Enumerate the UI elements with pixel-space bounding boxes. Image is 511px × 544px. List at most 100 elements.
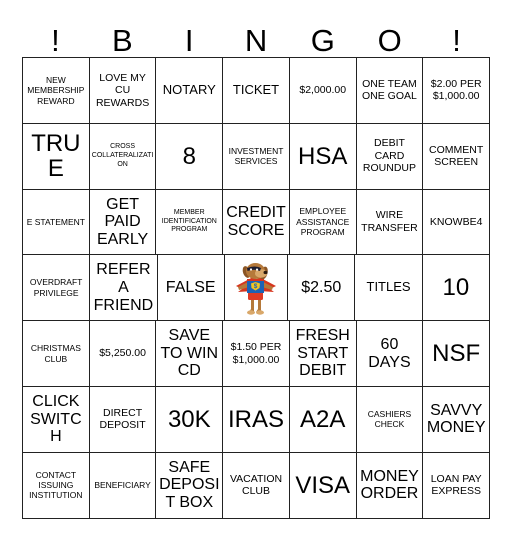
bingo-cell[interactable]: FRESH START DEBIT xyxy=(289,321,357,387)
bingo-cell[interactable]: KNOWBE4 xyxy=(423,189,491,256)
bingo-cell[interactable]: GET PAID EARLY xyxy=(89,189,157,256)
bingo-cell[interactable]: MONEY ORDER xyxy=(356,452,424,519)
bingo-cell-label: $1.50 PER $1,000.00 xyxy=(230,340,282,366)
bingo-row: NEW MEMBERSHIP REWARD LOVE MY CU REWARDS N… xyxy=(23,58,491,124)
bingo-cell[interactable]: OVERDRAFT PRIVILEGE xyxy=(23,255,91,322)
bingo-cell[interactable]: 60 DAYS xyxy=(356,321,424,387)
bingo-cell-label: SAFE DEPOSIT BOX xyxy=(159,458,220,511)
bingo-cell[interactable]: EMPLOYEE ASSISTANCE PROGRAM xyxy=(289,189,357,256)
bingo-cell-label: OVERDRAFT PRIVILEGE xyxy=(29,277,83,298)
bingo-cell[interactable]: INVESTMENT SERVICES xyxy=(223,123,290,190)
bingo-cell-label: GET PAID EARLY xyxy=(96,195,149,248)
bingo-cell-label: SAVVY MONEY xyxy=(426,401,486,437)
bingo-cell[interactable]: SAVE TO WIN CD xyxy=(156,321,224,387)
bingo-cell[interactable]: MEMBER IDENTIFICATION PROGRAM xyxy=(156,189,224,256)
bingo-cell[interactable]: E STATEMENT xyxy=(23,189,90,256)
bingo-cell-label: TITLES xyxy=(366,279,411,295)
bingo-cell[interactable]: WIRE TRANSFER xyxy=(356,189,424,256)
bingo-row: E STATEMENT GET PAID EARLY MEMBER IDENTIFI… xyxy=(23,189,491,256)
bingo-cell-label: TRUE xyxy=(31,130,81,183)
bingo-cell-label: REFER A FRIEND xyxy=(93,261,154,314)
bingo-cell[interactable]: NOTARY xyxy=(156,58,224,124)
bingo-cell[interactable]: CREDIT SCORE xyxy=(223,189,290,256)
bingo-cell-label: CREDIT SCORE xyxy=(226,204,286,239)
bingo-cell[interactable]: A2A xyxy=(289,386,357,453)
bingo-cell[interactable]: CLICK SWITCH xyxy=(23,386,90,453)
bingo-cell[interactable]: SAFE DEPOSIT BOX xyxy=(156,452,224,519)
bingo-cell[interactable]: SAVVY MONEY xyxy=(423,386,491,453)
bingo-cell[interactable]: 10 xyxy=(422,255,490,322)
header-letter-o: O xyxy=(377,23,402,58)
bingo-cell[interactable]: TITLES xyxy=(355,255,423,322)
bingo-cell-label: FALSE xyxy=(165,278,216,296)
bingo-grid: NEW MEMBERSHIP REWARD LOVE MY CU REWARDS N… xyxy=(22,57,491,519)
bingo-cell[interactable]: COMMENT SCREEN xyxy=(423,123,491,190)
svg-text:$: $ xyxy=(254,283,258,290)
bingo-cell-label: 10 xyxy=(442,274,470,302)
bingo-cell[interactable]: ONE TEAM ONE GOAL xyxy=(356,58,424,124)
bingo-cell-label: $5,250.00 xyxy=(99,347,146,360)
bingo-cell[interactable]: VISA xyxy=(289,452,357,519)
bingo-cell-label: CASHIERS CHECK xyxy=(367,409,412,430)
bingo-cell[interactable]: $2.50 xyxy=(288,255,356,322)
bingo-cell-label: VACATION CLUB xyxy=(229,472,283,498)
bingo-cell[interactable]: TICKET xyxy=(223,58,290,124)
bingo-cell[interactable]: DEBIT CARD ROUNDUP xyxy=(356,123,424,190)
bingo-cell-label: $2.00 PER $1,000.00 xyxy=(430,77,482,103)
bingo-cell[interactable]: CASHIERS CHECK xyxy=(356,386,424,453)
bingo-cell[interactable]: $5,250.00 xyxy=(89,321,157,387)
bingo-cell[interactable]: 8 xyxy=(156,123,224,190)
bingo-cell[interactable]: NEW MEMBERSHIP REWARD xyxy=(23,58,90,124)
bingo-cell[interactable]: TRUE xyxy=(23,123,90,190)
bingo-cell-label: EMPLOYEE ASSISTANCE PROGRAM xyxy=(296,206,350,238)
bingo-cell[interactable]: $2,000.00 xyxy=(289,58,357,124)
superhero-dog-mascot-icon: $ xyxy=(225,255,287,320)
bingo-cell[interactable]: HSA xyxy=(289,123,357,190)
bingo-cell[interactable]: CROSS COLLATERALIZATION xyxy=(89,123,157,190)
bingo-cell-label: TICKET xyxy=(232,81,280,97)
bingo-cell-label: E STATEMENT xyxy=(26,216,85,227)
header-letter-6: ! xyxy=(452,23,461,58)
bingo-cell[interactable]: $2.00 PER $1,000.00 xyxy=(423,58,491,124)
bingo-cell[interactable]: FALSE xyxy=(157,255,225,322)
bingo-cell[interactable]: IRAS xyxy=(223,386,290,453)
header-letter-0: ! xyxy=(51,23,60,58)
bingo-cell-label: NOTARY xyxy=(162,81,216,97)
bingo-cell[interactable]: $1.50 PER $1,000.00 xyxy=(223,321,290,387)
bingo-cell-label: VISA xyxy=(295,471,351,499)
bingo-cell[interactable]: REFER A FRIEND xyxy=(90,255,158,322)
bingo-cell-label: LOAN PAY EXPRESS xyxy=(430,472,482,498)
bingo-cell[interactable]: DIRECT DEPOSIT xyxy=(89,386,157,453)
header-letter-n: N xyxy=(244,23,268,58)
bingo-cell-label: $2.50 xyxy=(301,278,342,296)
bingo-cell-label: INVESTMENT SERVICES xyxy=(228,145,284,167)
bingo-row: CHRISTMAS CLUB $5,250.00 SAVE TO WIN CD $1.… xyxy=(23,321,491,387)
bingo-cell[interactable]: CONTACT ISSUING INSTITUTION xyxy=(23,452,90,519)
bingo-free-space-cell[interactable]: $ xyxy=(224,255,289,322)
bingo-cell[interactable]: 30K xyxy=(156,386,224,453)
bingo-cell-label: IRAS xyxy=(228,405,285,433)
bingo-cell[interactable]: LOAN PAY EXPRESS xyxy=(423,452,491,519)
bingo-cell-label: KNOWBE4 xyxy=(429,215,483,228)
bingo-cell-label: $2,000.00 xyxy=(299,84,347,97)
bingo-cell-label: CLICK SWITCH xyxy=(30,392,82,446)
bingo-cell-label: CHRISTMAS CLUB xyxy=(30,343,81,364)
bingo-cell-label: COMMENT SCREEN xyxy=(429,143,484,169)
bingo-cell-label: SAVE TO WIN CD xyxy=(160,327,219,380)
bingo-cell-label: LOVE MY CU REWARDS xyxy=(95,71,150,109)
bingo-row: CONTACT ISSUING INSTITUTION BENEFICIARY SA… xyxy=(23,452,491,519)
bingo-cell-label: FRESH START DEBIT xyxy=(295,327,350,380)
bingo-cell[interactable]: NSF xyxy=(423,321,491,387)
bingo-cell-label: CONTACT ISSUING INSTITUTION xyxy=(29,469,83,501)
bingo-cell[interactable]: BENEFICIARY xyxy=(89,452,157,519)
bingo-cell-label: ONE TEAM ONE GOAL xyxy=(362,77,417,103)
bingo-cell[interactable]: VACATION CLUB xyxy=(223,452,290,519)
bingo-cell-label: NSF xyxy=(432,339,481,367)
bingo-cell[interactable]: CHRISTMAS CLUB xyxy=(23,321,90,387)
bingo-cell-label: DIRECT DEPOSIT xyxy=(99,406,146,432)
bingo-cell-label: A2A xyxy=(300,405,346,433)
bingo-cell-label: 30K xyxy=(167,405,211,433)
bingo-row: OVERDRAFT PRIVILEGE REFER A FRIEND FALSE $ $… xyxy=(23,255,490,322)
bingo-cell[interactable]: LOVE MY CU REWARDS xyxy=(89,58,157,124)
superhero-dog-mascot-svg: $ xyxy=(235,262,276,315)
